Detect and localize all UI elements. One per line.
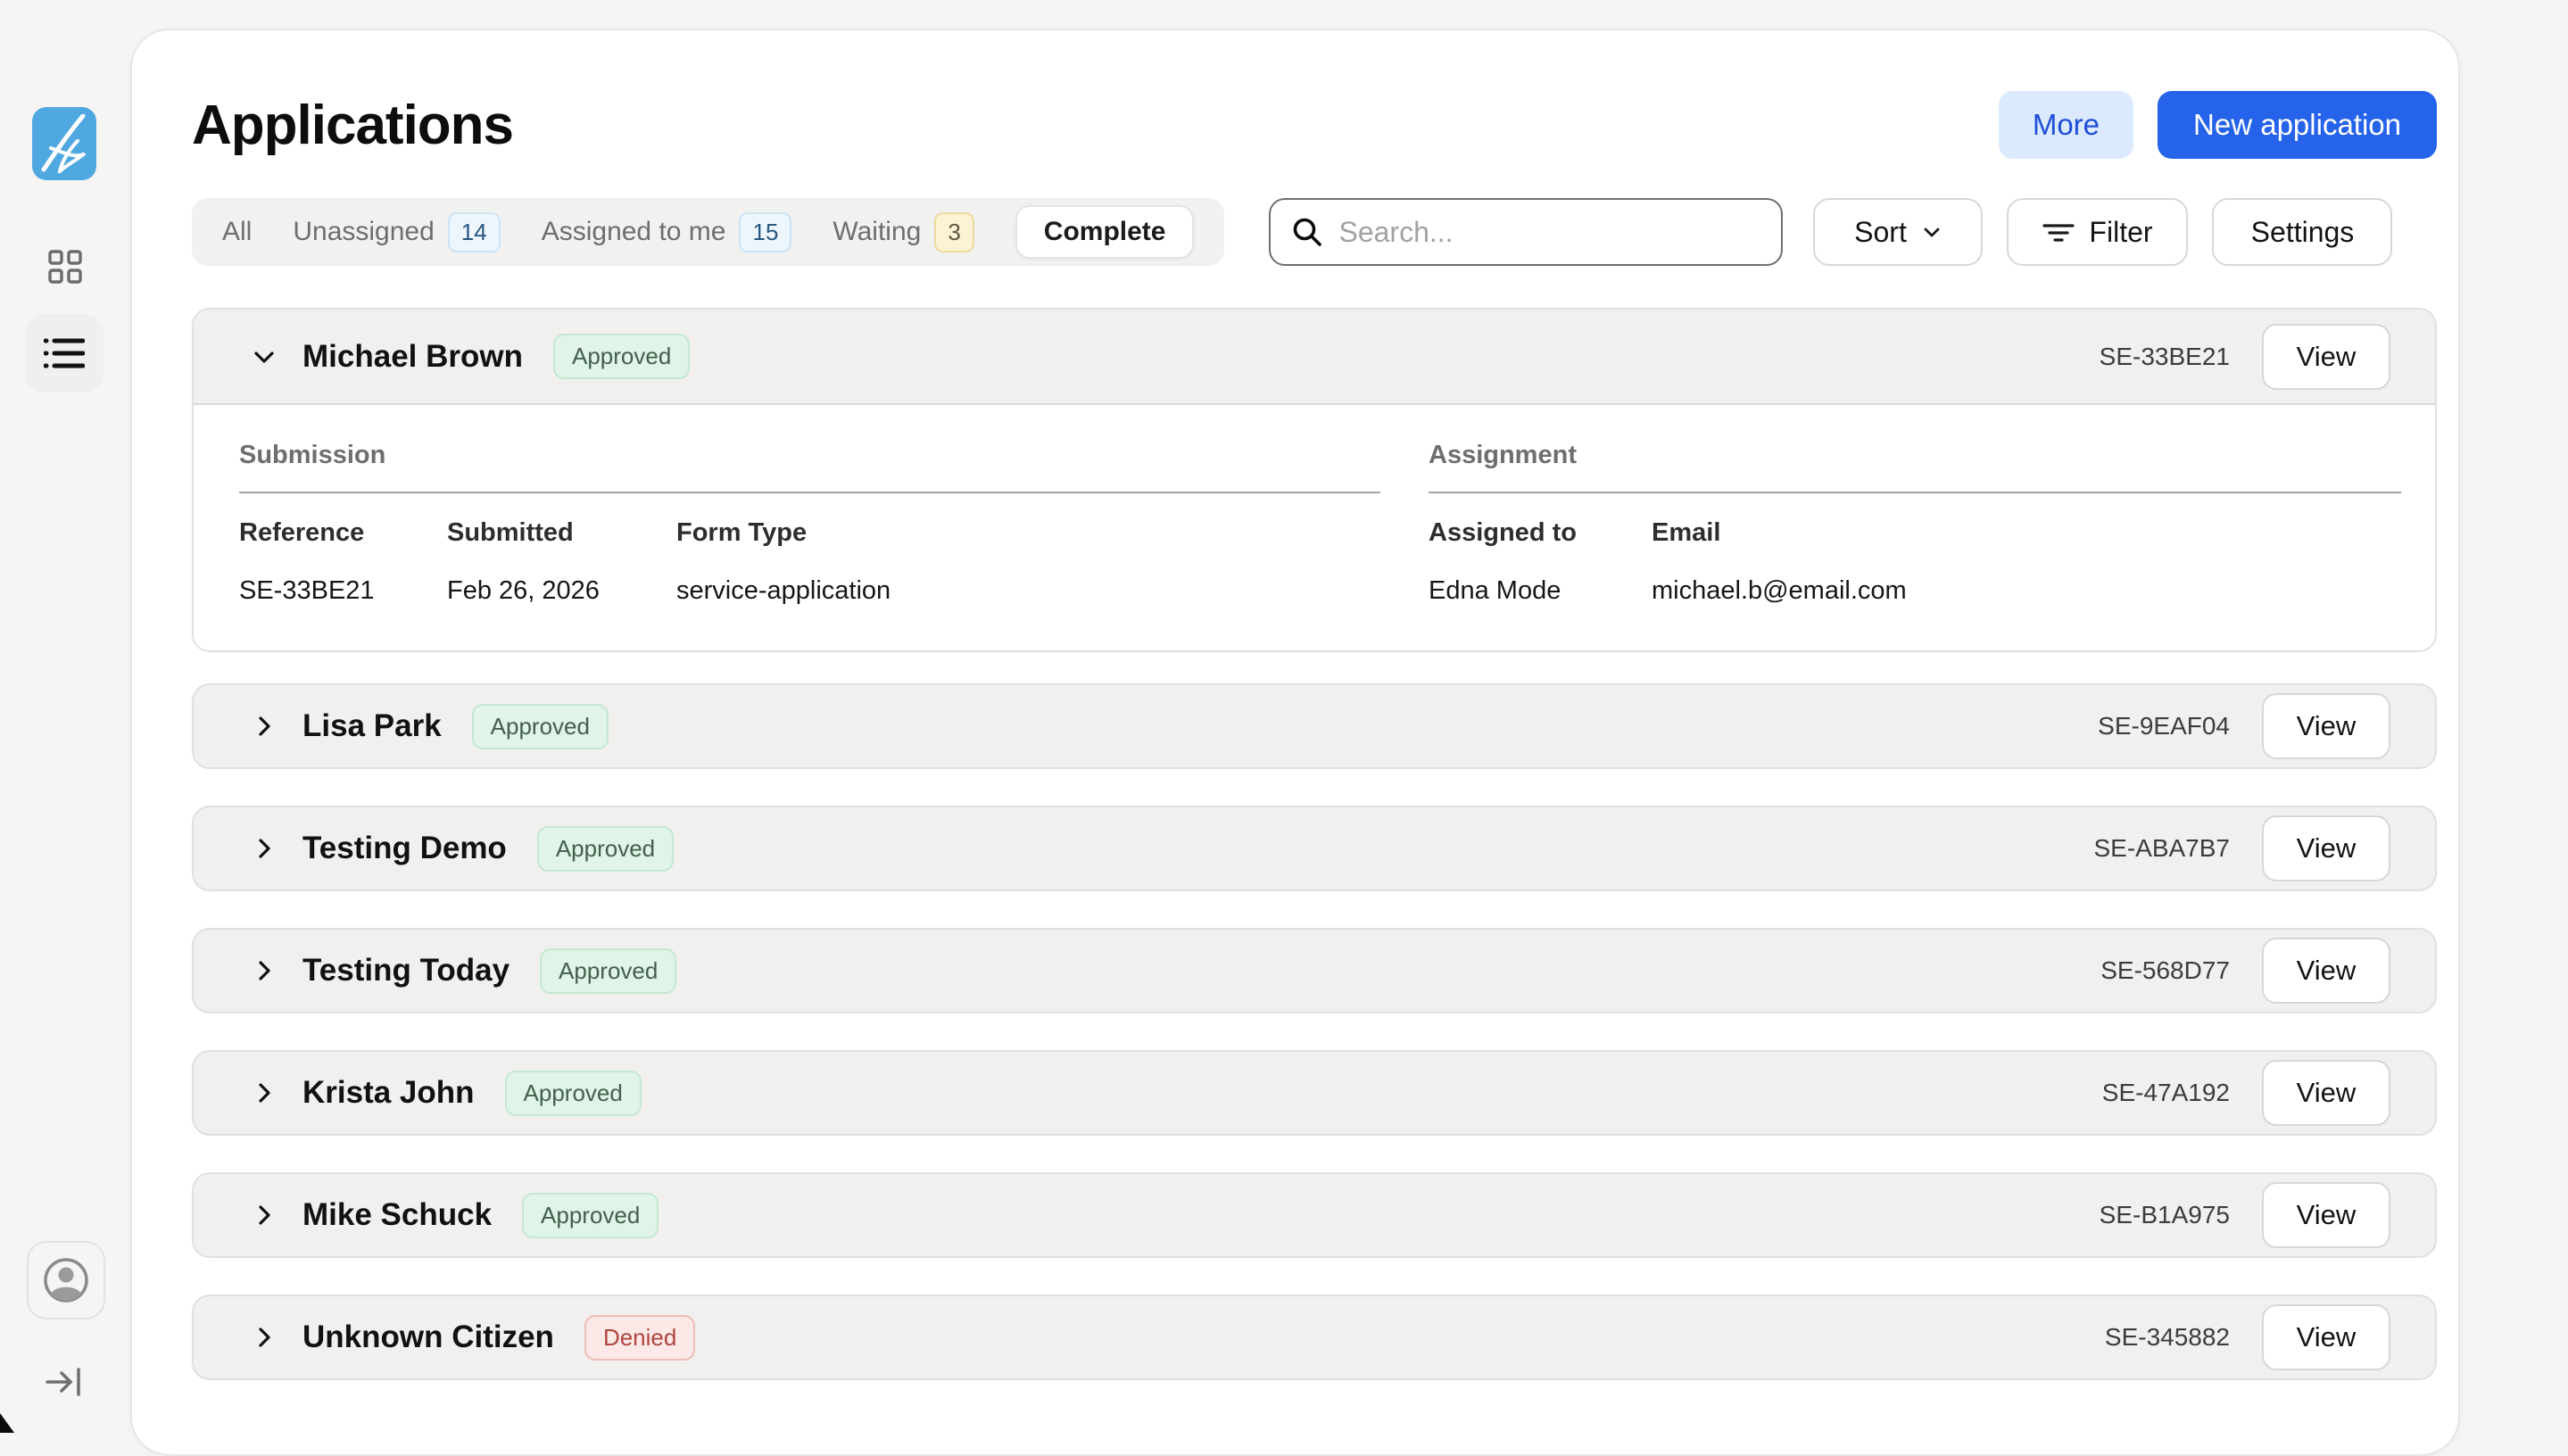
view-button[interactable]: View xyxy=(2262,815,2390,881)
tab-assigned-to-me[interactable]: Assigned to me 15 xyxy=(542,212,792,252)
search-icon xyxy=(1292,217,1322,247)
submission-section: Submission Reference Submitted Form Type… xyxy=(239,441,1380,606)
reference-code: SE-ABA7B7 xyxy=(2093,834,2230,863)
application-row[interactable]: Unknown Citizen Denied SE-345882 View xyxy=(192,1295,2437,1380)
reference-code: SE-345882 xyxy=(2105,1323,2230,1352)
app-logo[interactable] xyxy=(32,107,96,180)
sidebar-expand-button[interactable] xyxy=(45,1361,86,1402)
chevron-right-icon[interactable] xyxy=(251,1202,278,1228)
status-badge: Approved xyxy=(553,334,690,379)
application-row-header[interactable]: Michael Brown Approved SE-33BE21 View xyxy=(194,310,2435,405)
applicant-name: Unknown Citizen xyxy=(302,1320,554,1355)
page-title: Applications xyxy=(192,94,513,157)
status-filter-tabs: All Unassigned 14 Assigned to me 15 Wait… xyxy=(192,198,1224,266)
tab-all[interactable]: All xyxy=(222,217,252,247)
column-header: Form Type xyxy=(676,518,1380,548)
application-row[interactable]: Testing Demo Approved SE-ABA7B7 View xyxy=(192,806,2437,891)
applications-list: Michael Brown Approved SE-33BE21 View Su… xyxy=(192,308,2437,1380)
view-button[interactable]: View xyxy=(2262,938,2390,1004)
view-button[interactable]: View xyxy=(2262,324,2390,390)
column-header: Reference xyxy=(239,518,447,548)
unassigned-count-badge: 14 xyxy=(448,212,501,252)
new-application-button[interactable]: New application xyxy=(2158,91,2437,159)
tab-complete[interactable]: Complete xyxy=(1015,205,1195,259)
column-header: Submitted xyxy=(447,518,676,548)
divider xyxy=(239,492,1380,493)
search-box xyxy=(1269,198,1783,266)
applicant-name: Testing Demo xyxy=(302,831,507,866)
view-button[interactable]: View xyxy=(2262,1182,2390,1248)
status-badge: Approved xyxy=(505,1071,642,1116)
list-icon xyxy=(44,335,85,371)
reference-code: SE-B1A975 xyxy=(2100,1201,2230,1229)
corner-artifact xyxy=(0,1413,14,1433)
email-value: michael.b@email.com xyxy=(1652,576,2401,606)
view-button[interactable]: View xyxy=(2262,693,2390,759)
reference-code: SE-33BE21 xyxy=(2100,343,2230,371)
applicant-name: Testing Today xyxy=(302,953,509,989)
search-input[interactable] xyxy=(1338,216,1760,249)
reference-value: SE-33BE21 xyxy=(239,576,447,606)
submission-heading: Submission xyxy=(239,441,1380,470)
status-badge: Approved xyxy=(522,1193,659,1238)
arrow-to-bar-icon xyxy=(46,1362,85,1402)
column-header: Assigned to xyxy=(1429,518,1652,548)
tab-waiting[interactable]: Waiting 3 xyxy=(833,212,973,252)
applications-panel: Applications More New application All Un… xyxy=(130,29,2460,1456)
sidebar-item-applications-list[interactable] xyxy=(25,314,104,393)
applicant-name: Mike Schuck xyxy=(302,1197,492,1233)
chevron-right-icon[interactable] xyxy=(251,1324,278,1351)
assignment-heading: Assignment xyxy=(1429,441,2401,470)
chevron-down-icon[interactable] xyxy=(251,343,278,370)
applicant-name: Lisa Park xyxy=(302,708,442,744)
more-button[interactable]: More xyxy=(1999,91,2133,159)
chevron-right-icon[interactable] xyxy=(251,835,278,862)
avatar-icon xyxy=(43,1257,89,1303)
view-button[interactable]: View xyxy=(2262,1304,2390,1370)
tab-unassigned[interactable]: Unassigned 14 xyxy=(293,212,500,252)
sidebar-item-dashboard[interactable] xyxy=(48,250,82,284)
sort-button[interactable]: Sort xyxy=(1813,198,1983,266)
divider xyxy=(1429,492,2401,493)
waiting-count-badge: 3 xyxy=(934,212,973,252)
chevron-right-icon[interactable] xyxy=(251,713,278,740)
column-header: Email xyxy=(1652,518,2401,548)
header-actions: More New application xyxy=(1999,91,2437,159)
application-card-expanded: Michael Brown Approved SE-33BE21 View Su… xyxy=(192,308,2437,652)
logo-a-icon xyxy=(38,114,90,173)
reference-code: SE-47A192 xyxy=(2102,1079,2230,1107)
application-details: Submission Reference Submitted Form Type… xyxy=(194,405,2435,650)
form-type-value: service-application xyxy=(676,576,1380,606)
status-badge: Denied xyxy=(584,1315,695,1361)
applicant-name: Michael Brown xyxy=(302,339,523,375)
settings-button[interactable]: Settings xyxy=(2212,198,2392,266)
filter-lines-icon xyxy=(2042,219,2075,244)
assigned-to-value: Edna Mode xyxy=(1429,576,1652,606)
filter-button[interactable]: Filter xyxy=(2007,198,2188,266)
assigned-count-badge: 15 xyxy=(739,212,791,252)
assignment-section: Assignment Assigned to Email Edna Mode m… xyxy=(1429,441,2401,606)
chevron-down-icon xyxy=(1921,221,1943,243)
reference-code: SE-9EAF04 xyxy=(2098,712,2230,740)
status-badge: Approved xyxy=(537,826,674,872)
application-row[interactable]: Krista John Approved SE-47A192 View xyxy=(192,1050,2437,1136)
application-row[interactable]: Testing Today Approved SE-568D77 View xyxy=(192,928,2437,1013)
chevron-right-icon[interactable] xyxy=(251,957,278,984)
user-avatar-button[interactable] xyxy=(27,1241,105,1320)
status-badge: Approved xyxy=(540,948,676,994)
view-button[interactable]: View xyxy=(2262,1060,2390,1126)
chevron-right-icon[interactable] xyxy=(251,1080,278,1106)
applicant-name: Krista John xyxy=(302,1075,475,1111)
toolbar: All Unassigned 14 Assigned to me 15 Wait… xyxy=(192,198,2437,266)
reference-code: SE-568D77 xyxy=(2100,956,2230,985)
grid-icon xyxy=(48,250,82,284)
submitted-value: Feb 26, 2026 xyxy=(447,576,676,606)
page-header: Applications More New application xyxy=(192,91,2437,159)
status-badge: Approved xyxy=(472,704,609,749)
application-row[interactable]: Lisa Park Approved SE-9EAF04 View xyxy=(192,683,2437,769)
application-row[interactable]: Mike Schuck Approved SE-B1A975 View xyxy=(192,1172,2437,1258)
sidebar xyxy=(0,0,130,1433)
